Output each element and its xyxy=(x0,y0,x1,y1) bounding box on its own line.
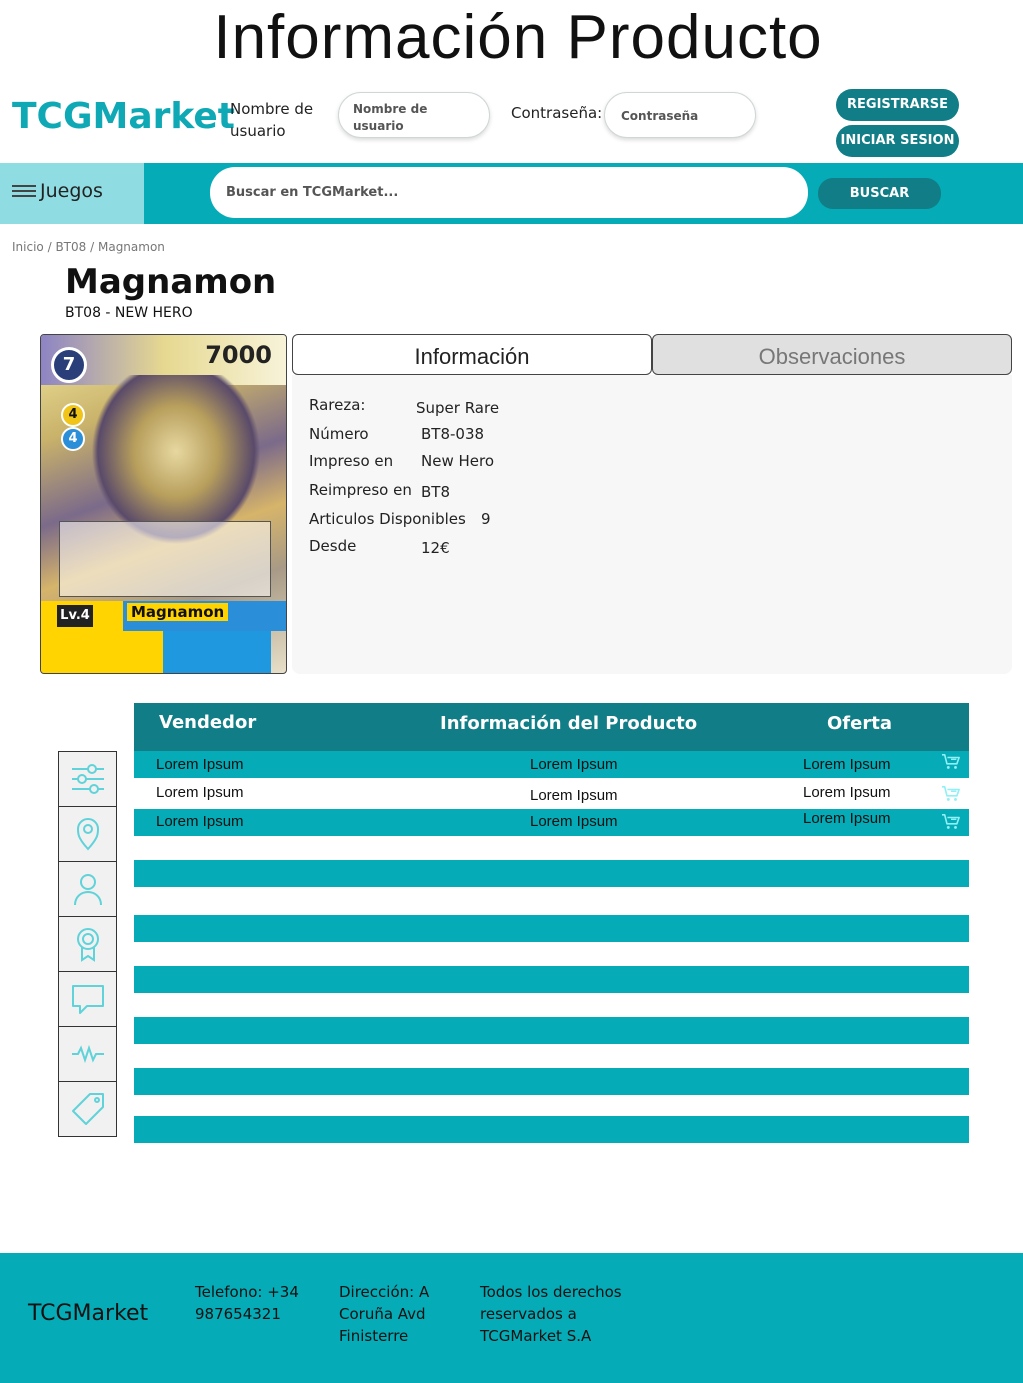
games-menu-button[interactable]: Juegos xyxy=(0,163,144,224)
card-play-cost: 7 xyxy=(51,347,87,383)
award-icon[interactable] xyxy=(58,916,117,972)
card-evo-cost-1: 4 xyxy=(61,403,85,427)
rarity-value: Super Rare xyxy=(416,399,500,417)
table-row-empty xyxy=(134,860,969,887)
rarity-label: Rareza: xyxy=(309,396,366,414)
logo[interactable]: TCGMarket xyxy=(12,96,235,137)
table-row[interactable]: Lorem Ipsum Lorem Ipsum Lorem Ipsum xyxy=(134,778,969,809)
side-icon-bar xyxy=(58,751,117,1137)
hamburger-icon xyxy=(12,185,36,199)
printed-value: New Hero xyxy=(421,452,495,470)
table-row-empty xyxy=(134,1017,969,1044)
cell-offer: Lorem Ipsum xyxy=(803,756,891,773)
cell-product-info: Lorem Ipsum xyxy=(530,813,618,830)
cell-seller: Lorem Ipsum xyxy=(156,784,244,801)
product-name: Magnamon xyxy=(65,262,277,302)
info-panel: Rareza: Super Rare Número BT8-038 Impres… xyxy=(292,375,1012,674)
table-row-empty xyxy=(134,1068,969,1095)
username-label: Nombre de usuario xyxy=(230,100,314,140)
tab-observations[interactable]: Observaciones xyxy=(652,334,1012,375)
cell-offer: Lorem Ipsum xyxy=(803,810,891,827)
card-image: 7 7000 4 4 Lv.4 Magnamon xyxy=(40,334,287,674)
cart-icon[interactable] xyxy=(940,753,962,771)
from-value: 12€ xyxy=(421,539,450,557)
card-level: Lv.4 xyxy=(57,605,93,627)
reprint-value: BT8 xyxy=(421,483,450,501)
breadcrumb-item[interactable]: BT08 xyxy=(55,240,86,254)
login-button[interactable]: INICIAR SESION xyxy=(836,125,959,157)
card-footer xyxy=(41,631,286,673)
table-row-empty xyxy=(134,966,969,993)
location-pin-icon[interactable] xyxy=(58,806,117,862)
header-product-info: Información del Producto xyxy=(440,713,698,734)
number-value: BT8-038 xyxy=(421,425,485,443)
table-row[interactable]: Lorem Ipsum Lorem Ipsum Lorem Ipsum xyxy=(134,751,969,778)
search-button[interactable]: BUSCAR xyxy=(818,178,941,209)
header-offer: Oferta xyxy=(827,713,892,734)
table-row-empty xyxy=(134,915,969,942)
cart-icon[interactable] xyxy=(940,813,962,831)
breadcrumb: Inicio / BT08 / Magnamon xyxy=(12,240,165,254)
footer-brand: TCGMarket xyxy=(28,1301,149,1326)
footer-phone: Telefono: +34 987654321 xyxy=(195,1283,299,1323)
cell-seller: Lorem Ipsum xyxy=(156,756,244,773)
cell-product-info: Lorem Ipsum xyxy=(530,756,618,773)
card-name: Magnamon xyxy=(127,603,229,621)
card-dp: 7000 xyxy=(205,341,272,369)
breadcrumb-separator: / xyxy=(90,240,98,254)
tag-icon[interactable] xyxy=(58,1081,117,1137)
page: Información Producto TCGMarket Nombre de… xyxy=(0,0,1023,1383)
activity-icon[interactable] xyxy=(58,1026,117,1082)
password-input[interactable]: Contraseña xyxy=(604,92,756,138)
breadcrumb-item[interactable]: Magnamon xyxy=(98,240,165,254)
table-row[interactable]: Lorem Ipsum Lorem Ipsum Lorem Ipsum xyxy=(134,809,969,836)
card-effect-box xyxy=(59,521,271,597)
footer-rights: Todos los derechos reservados a TCGMarke… xyxy=(480,1283,622,1345)
user-icon[interactable] xyxy=(58,861,117,917)
chat-icon[interactable] xyxy=(58,971,117,1027)
tab-information[interactable]: Información xyxy=(292,334,652,375)
games-label: Juegos xyxy=(40,180,103,202)
header-seller: Vendedor xyxy=(159,712,257,733)
cell-product-info: Lorem Ipsum xyxy=(530,787,618,804)
navbar: Juegos Buscar en TCGMarket... BUSCAR xyxy=(0,163,1023,224)
card-artwork xyxy=(91,375,261,545)
cart-icon[interactable] xyxy=(940,785,962,803)
footer-address: Dirección: A Coruña Avd Finisterre xyxy=(339,1283,430,1345)
footer: TCGMarket Telefono: +34 987654321 Direcc… xyxy=(0,1253,1023,1383)
available-value: 9 xyxy=(481,510,491,528)
search-input[interactable]: Buscar en TCGMarket... xyxy=(210,167,808,218)
breadcrumb-item[interactable]: Inicio xyxy=(12,240,44,254)
cell-offer: Lorem Ipsum xyxy=(803,784,891,801)
page-title: Información Producto xyxy=(213,3,823,72)
register-button[interactable]: REGISTRARSE xyxy=(836,89,959,121)
cell-seller: Lorem Ipsum xyxy=(156,813,244,830)
offers-table-header: Vendedor Información del Producto Oferta xyxy=(134,703,969,751)
reprint-label: Reimpreso en xyxy=(309,481,412,499)
card-evo-cost-2: 4 xyxy=(61,427,85,451)
username-input[interactable]: Nombre de usuario xyxy=(338,92,490,138)
filter-sliders-icon[interactable] xyxy=(58,751,117,807)
table-row-empty xyxy=(134,1116,969,1143)
printed-label: Impreso en xyxy=(309,452,394,470)
number-label: Número xyxy=(309,425,369,443)
password-label: Contraseña: xyxy=(511,104,603,122)
product-set: BT08 - NEW HERO xyxy=(65,305,193,321)
available-label: Articulos Disponibles xyxy=(309,510,466,528)
from-label: Desde xyxy=(309,537,357,555)
